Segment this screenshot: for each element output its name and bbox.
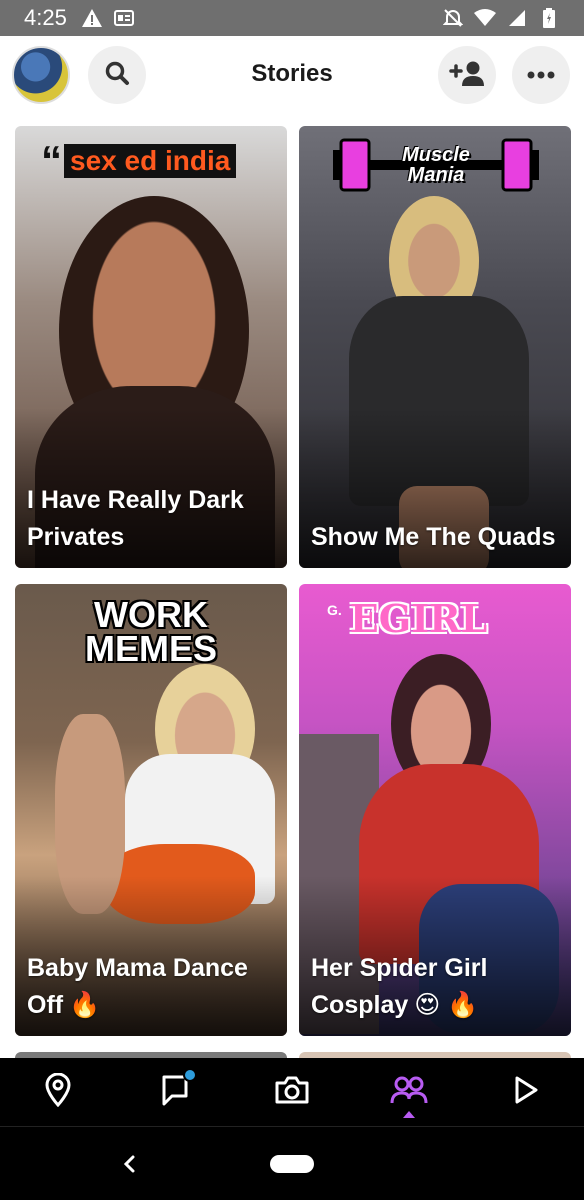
search-button[interactable] bbox=[88, 46, 146, 104]
news-icon bbox=[113, 7, 135, 29]
unread-badge bbox=[182, 1068, 197, 1082]
nav-chat[interactable] bbox=[117, 1058, 234, 1126]
publisher-logo: Muscle Mania bbox=[331, 136, 541, 194]
camera-icon bbox=[274, 1075, 310, 1110]
stories-icon bbox=[390, 1075, 428, 1110]
more-icon bbox=[527, 66, 555, 84]
story-card[interactable]: WORK MEMES Baby Mama Dance Off 🔥 bbox=[15, 584, 287, 1036]
nav-spotlight[interactable] bbox=[467, 1058, 584, 1126]
status-bar: 4:25 bbox=[0, 0, 584, 36]
story-card[interactable]: G. EGIRL Her Spider Girl Cosplay 😍 🔥 bbox=[299, 584, 571, 1036]
search-icon bbox=[104, 60, 130, 91]
home-pill[interactable] bbox=[270, 1155, 314, 1173]
nav-stories[interactable] bbox=[350, 1058, 467, 1126]
story-title: I Have Really Dark Privates bbox=[27, 486, 244, 551]
story-title: Her Spider Girl Cosplay 😍 🔥 bbox=[311, 954, 488, 1019]
active-indicator bbox=[402, 1111, 415, 1118]
nav-camera[interactable] bbox=[234, 1058, 351, 1126]
wifi-icon bbox=[474, 7, 496, 29]
warning-icon bbox=[81, 7, 103, 29]
status-time: 4:25 bbox=[24, 5, 67, 30]
more-button[interactable] bbox=[512, 46, 570, 104]
story-card[interactable]: Muscle Mania Show Me The Quads bbox=[299, 126, 571, 568]
story-card[interactable]: “ sex ed india I Have Really Dark Privat… bbox=[15, 126, 287, 568]
back-icon[interactable] bbox=[118, 1153, 140, 1175]
bottom-nav bbox=[0, 1058, 584, 1126]
app-header: Stories bbox=[0, 36, 584, 126]
avatar[interactable] bbox=[12, 46, 70, 104]
publisher-logo: WORK MEMES bbox=[84, 594, 217, 669]
battery-icon bbox=[538, 7, 560, 29]
story-title: Baby Mama Dance Off 🔥 bbox=[27, 954, 248, 1019]
add-friend-icon bbox=[449, 59, 485, 92]
signal-icon bbox=[506, 7, 528, 29]
dnd-off-icon bbox=[442, 7, 464, 29]
system-nav-bar bbox=[0, 1126, 584, 1200]
story-title: Show Me The Quads bbox=[311, 523, 556, 551]
stories-feed[interactable]: “ sex ed india I Have Really Dark Privat… bbox=[0, 126, 584, 1058]
add-friend-button[interactable] bbox=[438, 46, 496, 104]
publisher-logo: G. EGIRL bbox=[327, 596, 488, 641]
map-icon bbox=[44, 1072, 72, 1112]
nav-map[interactable] bbox=[0, 1058, 117, 1126]
spotlight-icon bbox=[513, 1075, 539, 1110]
publisher-logo: “ sex ed india bbox=[41, 140, 237, 182]
